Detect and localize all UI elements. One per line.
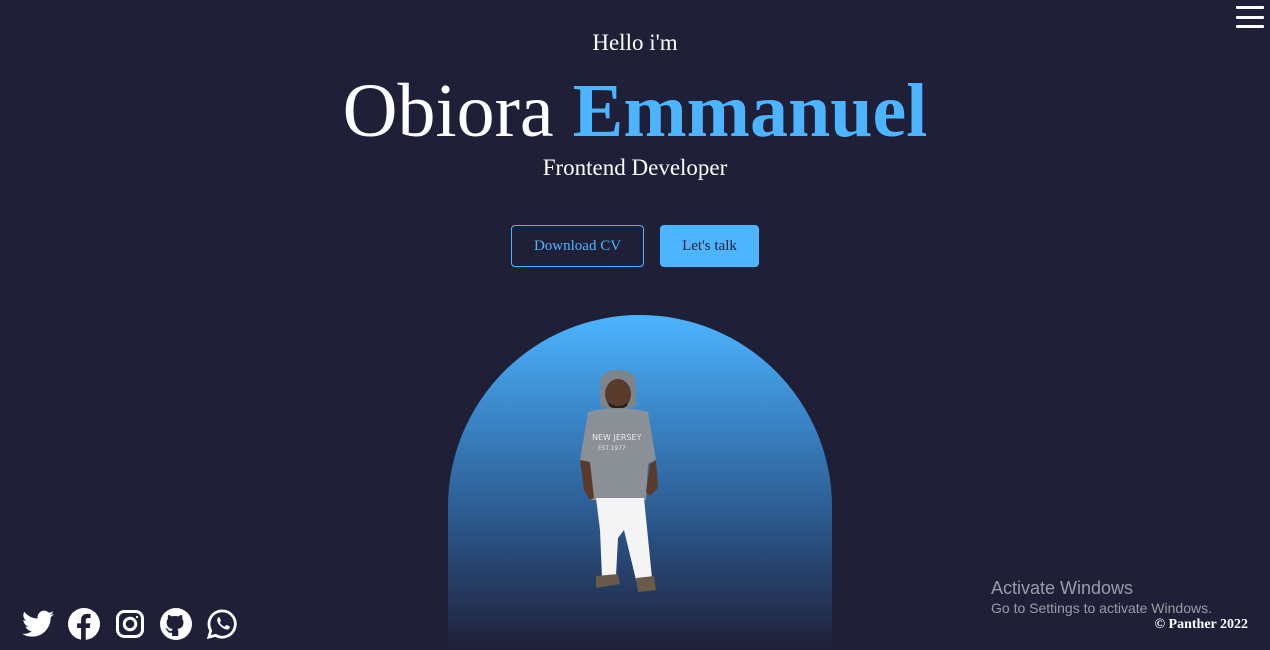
menu-bar-middle — [1236, 15, 1264, 19]
full-name-heading: Obiora Emmanuel — [0, 68, 1270, 154]
github-icon[interactable] — [160, 608, 192, 640]
svg-text:NEW JERSEY: NEW JERSEY — [592, 433, 642, 442]
cta-buttons: Download CV Let's talk — [0, 225, 1270, 267]
profile-photo: NEW JERSEY EST.1977 — [580, 370, 658, 592]
whatsapp-icon[interactable] — [206, 608, 238, 640]
windows-activation-watermark: Activate Windows Go to Settings to activ… — [991, 577, 1212, 617]
lets-talk-button[interactable]: Let's talk — [660, 225, 759, 267]
activate-windows-title: Activate Windows — [991, 578, 1134, 598]
last-name: Emmanuel — [572, 69, 928, 153]
greeting-text: Hello i'm — [592, 30, 678, 55]
hamburger-menu-icon[interactable] — [1236, 6, 1264, 28]
menu-bar-bottom — [1236, 25, 1264, 28]
copyright-text: © Panther 2022 — [1154, 617, 1248, 632]
facebook-icon[interactable] — [68, 608, 100, 640]
svg-text:EST.1977: EST.1977 — [598, 445, 626, 452]
activate-windows-subtitle: Go to Settings to activate Windows. — [991, 600, 1212, 616]
menu-bar-top — [1236, 6, 1264, 9]
instagram-icon[interactable] — [114, 608, 146, 640]
page: Hello i'm Obiora Emmanuel Frontend Devel… — [0, 0, 1270, 650]
download-cv-button[interactable]: Download CV — [511, 225, 644, 267]
role-subtitle: Frontend Developer — [542, 155, 728, 180]
social-links — [22, 608, 238, 640]
twitter-icon[interactable] — [22, 608, 54, 640]
first-name: Obiora — [342, 69, 554, 153]
profile-photo-arch: NEW JERSEY EST.1977 — [448, 315, 832, 650]
